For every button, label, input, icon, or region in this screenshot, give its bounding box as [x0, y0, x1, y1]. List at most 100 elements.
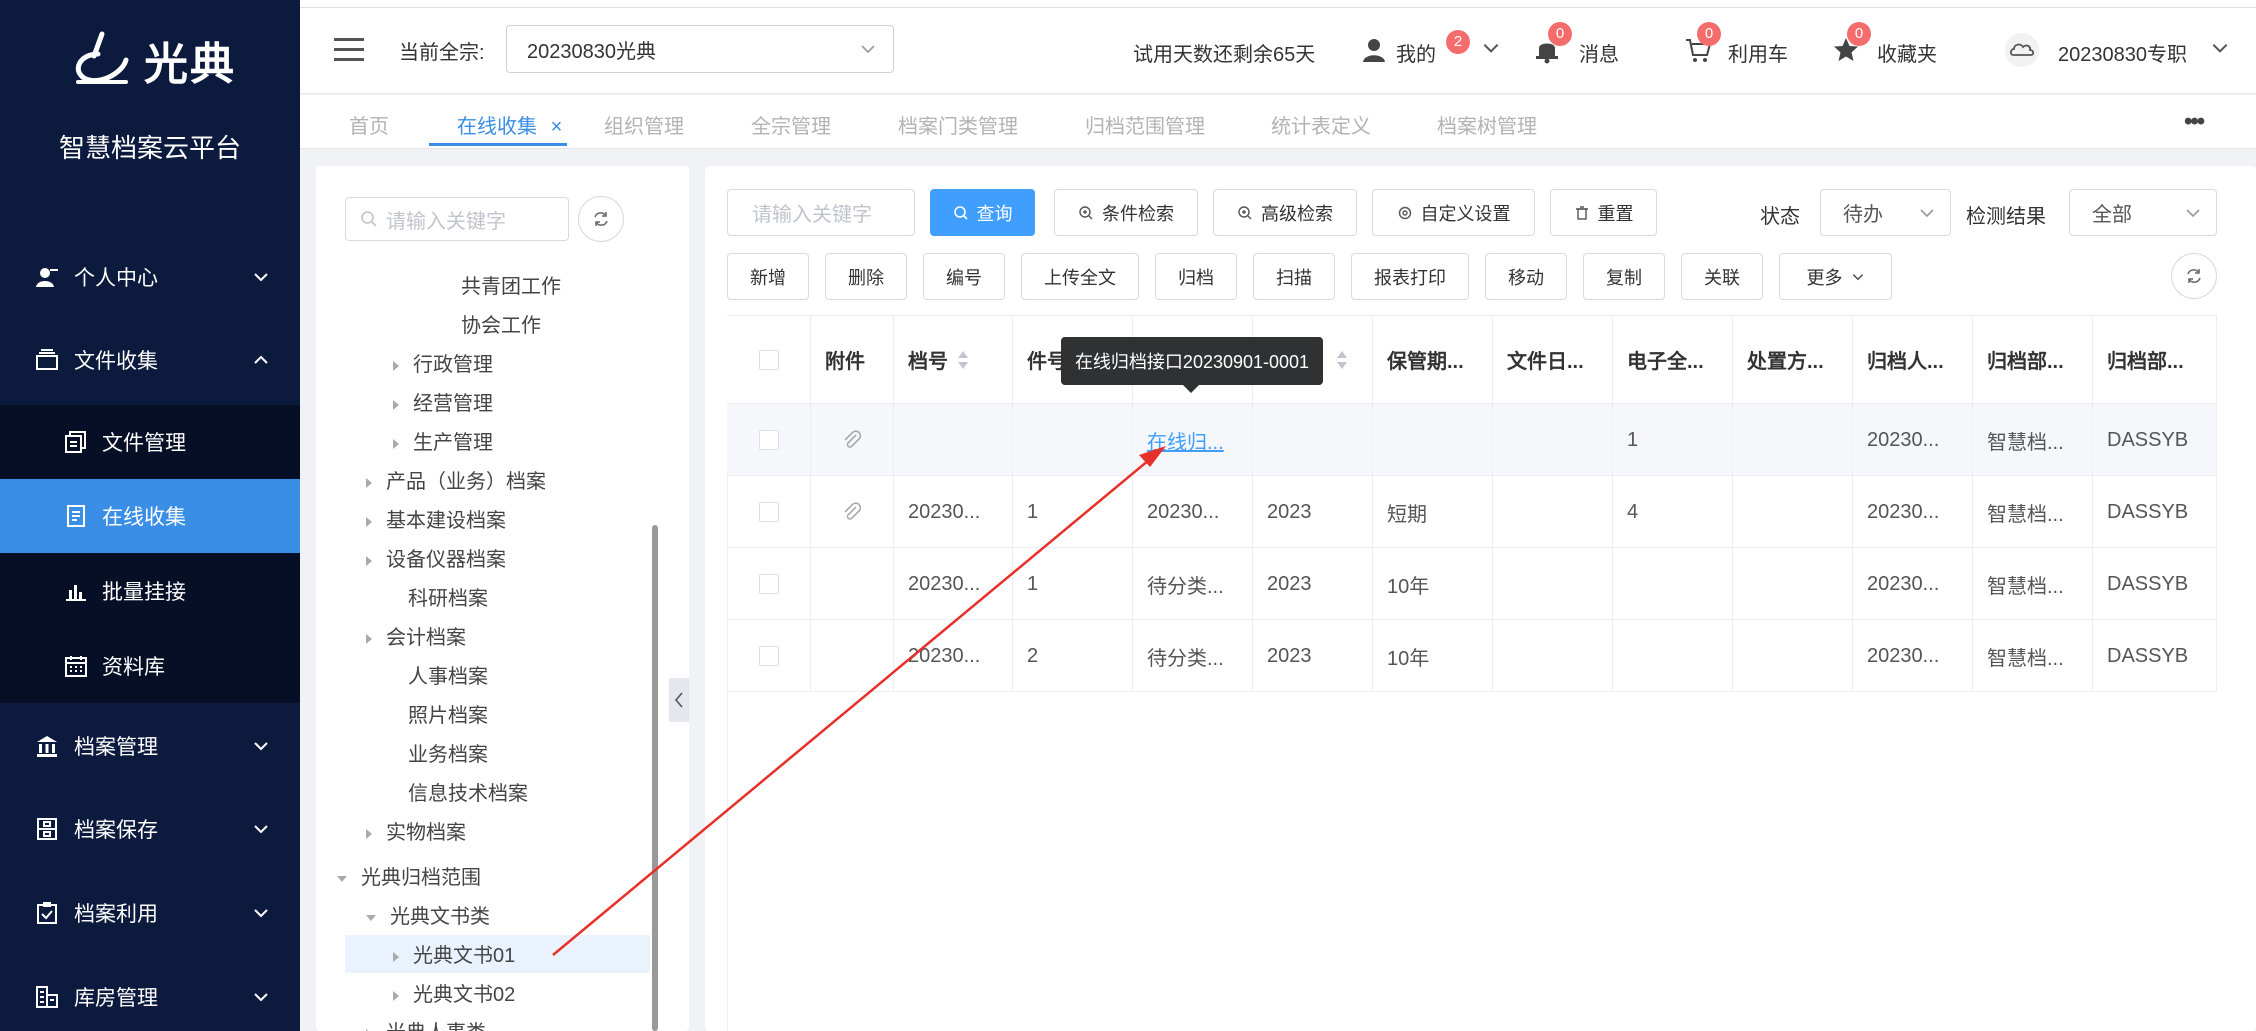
row-checkbox[interactable] [758, 574, 779, 594]
tab-org-manage[interactable]: 组织管理 [604, 110, 684, 139]
copy-button[interactable]: 复制 [1583, 253, 1665, 300]
advanced-search-button[interactable]: 高级检索 [1213, 189, 1357, 236]
link-button[interactable]: 关联 [1681, 253, 1763, 300]
caret-right-icon[interactable] [366, 516, 372, 527]
tree-node[interactable]: 光典文书02 [393, 978, 515, 1007]
tree-node[interactable]: 光典文书类 [366, 900, 490, 929]
row-checkbox[interactable] [758, 502, 779, 522]
scan-button[interactable]: 扫描 [1253, 253, 1335, 300]
tab-category-manage[interactable]: 档案门类管理 [898, 110, 1018, 139]
more-tabs-icon[interactable]: ••• [2184, 108, 2205, 136]
keyword-input[interactable]: 请输入关键字 [727, 189, 915, 236]
caret-right-icon[interactable] [366, 477, 372, 488]
header-select-all[interactable] [727, 315, 811, 404]
check-result-select[interactable]: 全部 [2069, 189, 2217, 236]
paperclip-icon[interactable] [841, 501, 863, 523]
user-icon[interactable] [1360, 36, 1388, 64]
caret-right-icon[interactable] [393, 399, 399, 410]
archive-button[interactable]: 归档 [1155, 253, 1237, 300]
row-checkbox[interactable] [758, 646, 779, 666]
tree-node[interactable]: 光典人事类 [366, 1016, 486, 1031]
tab-stat-define[interactable]: 统计表定义 [1271, 110, 1371, 139]
hamburger-menu-icon[interactable] [334, 38, 364, 64]
custom-settings-button[interactable]: 自定义设置 [1372, 189, 1535, 236]
tree-node[interactable]: 实物档案 [366, 816, 466, 845]
tree-refresh-button[interactable] [578, 196, 624, 242]
favorites-link[interactable]: 收藏夹 [1877, 38, 1937, 67]
chevron-down-icon[interactable] [2210, 38, 2230, 58]
tree-node[interactable]: 基本建设档案 [366, 504, 506, 533]
cloud-avatar-icon[interactable] [2004, 32, 2040, 68]
col-bgqx[interactable]: 保管期... [1373, 315, 1493, 404]
tree-node[interactable]: 光典归档范围 [337, 861, 481, 890]
sidebar-item-archive-manage[interactable]: 档案管理 [0, 724, 300, 768]
tree-node[interactable]: 经营管理 [393, 387, 493, 416]
cell-text[interactable]: 在线归... [1147, 426, 1224, 455]
sidebar-subitem-online-collect[interactable]: 在线收集 [0, 479, 300, 553]
caret-right-icon[interactable] [393, 990, 399, 1001]
tree-node[interactable]: 协会工作 [461, 309, 541, 338]
collapse-panel-button[interactable] [669, 678, 689, 722]
sidebar-item-archive-save[interactable]: 档案保存 [0, 807, 300, 851]
tab-scope-manage[interactable]: 归档范围管理 [1085, 110, 1205, 139]
number-button[interactable]: 编号 [923, 253, 1005, 300]
caret-right-icon[interactable] [393, 360, 399, 371]
tree-node[interactable]: 科研档案 [408, 582, 488, 611]
tree-node[interactable]: 信息技术档案 [408, 777, 528, 806]
paperclip-icon[interactable] [841, 429, 863, 451]
select-all-checkbox[interactable] [758, 349, 779, 370]
status-select[interactable]: 待办 [1820, 189, 1951, 236]
tree-node[interactable]: 业务档案 [408, 738, 488, 767]
move-button[interactable]: 移动 [1485, 253, 1567, 300]
sidebar-item-file-collect[interactable]: 文件收集 [0, 338, 300, 382]
quanzong-select[interactable]: 20230830光典 [506, 25, 894, 73]
col-czfs[interactable]: 处置方... [1733, 315, 1853, 404]
tree-scrollbar[interactable] [652, 525, 658, 1031]
col-gdbm2[interactable]: 归档部... [2093, 315, 2217, 404]
condition-search-button[interactable]: 条件检索 [1054, 189, 1198, 236]
delete-button[interactable]: 删除 [825, 253, 907, 300]
tab-online-collect[interactable]: 在线收集 × [457, 110, 562, 139]
table-refresh-button[interactable] [2171, 253, 2217, 299]
tree-node[interactable]: 行政管理 [393, 348, 493, 377]
my-menu[interactable]: 我的 [1396, 38, 1436, 67]
caret-right-icon[interactable] [366, 555, 372, 566]
more-button[interactable]: 更多 [1779, 253, 1892, 300]
message-link[interactable]: 消息 [1579, 38, 1619, 67]
add-button[interactable]: 新增 [727, 253, 809, 300]
sidebar-item-warehouse[interactable]: 库房管理 [0, 975, 300, 1019]
caret-down-icon[interactable] [366, 914, 376, 921]
col-dh[interactable]: 档号 [894, 315, 1013, 404]
caret-right-icon[interactable] [393, 438, 399, 449]
tree-node[interactable]: 设备仪器档案 [366, 543, 506, 572]
report-print-button[interactable]: 报表打印 [1351, 253, 1469, 300]
sidebar-item-personal[interactable]: 个人中心 [0, 255, 300, 299]
sidebar-subitem-library[interactable]: 资料库 [0, 629, 300, 703]
tree-node[interactable]: 生产管理 [393, 426, 493, 455]
sort-icon[interactable] [1337, 350, 1347, 369]
chevron-down-icon[interactable] [1481, 38, 1501, 58]
col-wjrq[interactable]: 文件日... [1493, 315, 1613, 404]
row-checkbox[interactable] [758, 430, 779, 450]
tab-close-icon[interactable]: × [551, 116, 563, 138]
col-gdbm[interactable]: 归档部... [1973, 315, 2093, 404]
sidebar-subitem-batch-mount[interactable]: 批量挂接 [0, 554, 300, 628]
sidebar-item-archive-use[interactable]: 档案利用 [0, 891, 300, 935]
sidebar-subitem-file-manage[interactable]: 文件管理 [0, 405, 300, 479]
account-menu[interactable]: 20230830专职 [2058, 38, 2187, 67]
reset-button[interactable]: 重置 [1550, 189, 1657, 236]
tab-home[interactable]: 首页 [349, 110, 389, 139]
caret-down-icon[interactable] [337, 875, 347, 882]
tree-node[interactable]: 人事档案 [408, 660, 488, 689]
tree-search-input[interactable]: 请输入关键字 [345, 197, 569, 241]
tree-node[interactable]: 光典文书01 [393, 939, 515, 968]
tab-tree-manage[interactable]: 档案树管理 [1437, 110, 1537, 139]
col-dzqw[interactable]: 电子全... [1613, 315, 1733, 404]
tree-node[interactable]: 会计档案 [366, 621, 466, 650]
caret-right-icon[interactable] [366, 633, 372, 644]
cart-link[interactable]: 利用车 [1728, 38, 1788, 67]
sort-icon[interactable] [958, 350, 968, 369]
tree-node[interactable]: 共青团工作 [461, 270, 561, 299]
caret-right-icon[interactable] [366, 828, 372, 839]
tree-node[interactable]: 产品（业务）档案 [366, 465, 546, 494]
